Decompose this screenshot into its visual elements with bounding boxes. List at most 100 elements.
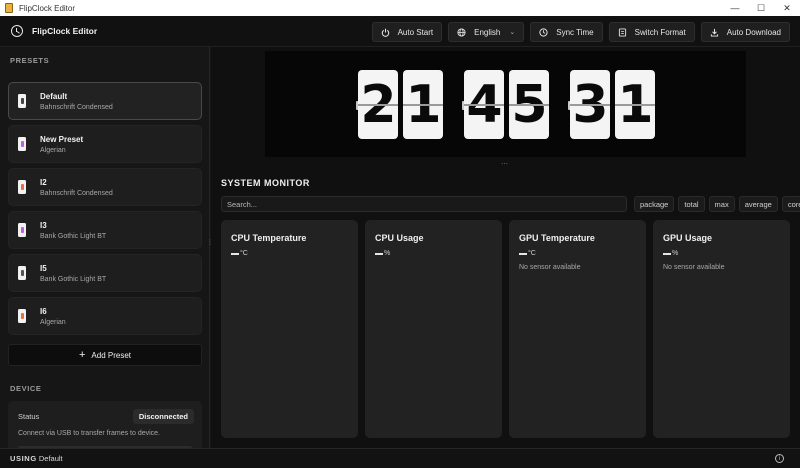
filter-average[interactable]: average (738, 196, 778, 212)
sensor-cards: CPU Temperature °C CPU Usage % GPU Tempe… (221, 220, 790, 438)
sidebar: PRESETS Default Bahnschrift Condensed Ne… (0, 47, 210, 448)
window-title-bar: FlipClock Editor — ☐ ✕ (0, 0, 800, 16)
sensor-note: No sensor available (519, 264, 581, 271)
sync-time-label: Sync Time (556, 27, 594, 37)
sensor-value: °C (231, 250, 248, 257)
flip-line (358, 104, 398, 106)
empty-value-dash (375, 252, 383, 255)
auto-start-label: Auto Start (397, 27, 434, 37)
close-button[interactable]: ✕ (774, 0, 800, 16)
flip-line (509, 104, 549, 106)
empty-value-dash (231, 252, 239, 255)
clock-icon (11, 25, 23, 37)
preset-thumbnail (18, 137, 26, 151)
preset-item[interactable]: I5 Bank Gothic Light BT (8, 254, 202, 292)
preset-accent (20, 313, 24, 319)
sensor-card-cpu-temperature[interactable]: CPU Temperature °C (221, 220, 358, 438)
flip-clock-preview: 2 1 4 5 3 1 (265, 51, 746, 157)
auto-download-button[interactable]: Auto Download (700, 22, 790, 42)
filter-core[interactable]: core (781, 196, 800, 212)
language-value: English (474, 27, 501, 37)
preset-name: I3 (40, 220, 47, 230)
using-value: Default (38, 454, 63, 463)
filter-max[interactable]: max (708, 196, 735, 212)
clock-digit: 4 (464, 70, 504, 139)
maximize-button[interactable]: ☐ (748, 0, 774, 16)
preset-accent (20, 141, 24, 147)
preset-item[interactable]: New Preset Algerian (8, 125, 202, 163)
presets-heading: PRESETS (10, 56, 50, 65)
preset-name: I2 (40, 177, 47, 187)
window-controls: — ☐ ✕ (722, 0, 800, 16)
preset-font: Bank Gothic Light BT (40, 232, 107, 240)
app-window-icon (5, 3, 13, 13)
active-preset-indicator: USING Default (10, 454, 63, 463)
globe-icon (457, 27, 466, 37)
minimize-button[interactable]: — (722, 0, 748, 16)
status-footer: USING Default i (0, 448, 800, 468)
clock-digit: 3 (570, 70, 610, 139)
search-input[interactable] (221, 196, 627, 212)
clock-digit: 1 (615, 70, 655, 139)
sensor-title: GPU Temperature (519, 233, 595, 243)
window-title: FlipClock Editor (19, 3, 76, 13)
switch-format-button[interactable]: Switch Format (608, 22, 695, 42)
download-icon (710, 28, 719, 37)
preset-font: Bank Gothic Light BT (40, 275, 107, 283)
status-label: Status (18, 412, 40, 421)
clock-icon (539, 27, 548, 37)
app-title: FlipClock Editor (32, 26, 98, 36)
preset-name: Default (40, 91, 68, 101)
preset-thumbnail (18, 94, 26, 108)
device-hint: Connect via USB to transfer frames to de… (18, 430, 161, 437)
auto-download-label: Auto Download (726, 27, 781, 37)
toolbar: Auto Start English ⌄ Sync Time Switch Fo… (371, 22, 790, 42)
empty-value-dash (519, 252, 527, 255)
preset-font: Algerian (40, 318, 66, 326)
language-select[interactable]: English ⌄ (448, 22, 525, 42)
empty-value-dash (663, 252, 671, 255)
sensor-note: No sensor available (663, 264, 725, 271)
sensor-unit: °C (528, 250, 536, 257)
preset-name: I6 (40, 306, 47, 316)
filter-package[interactable]: package (634, 196, 675, 212)
preset-accent (20, 98, 24, 104)
device-heading: DEVICE (10, 384, 42, 393)
sensor-title: CPU Usage (375, 233, 424, 243)
flip-line (464, 104, 504, 106)
auto-start-button[interactable]: Auto Start (371, 22, 443, 42)
sensor-card-gpu-temperature[interactable]: GPU Temperature °C No sensor available (509, 220, 646, 438)
preset-accent (20, 270, 24, 276)
preset-item[interactable]: I6 Algerian (8, 297, 202, 335)
clock-digit: 1 (403, 70, 443, 139)
preset-item[interactable]: I2 Bahnschrift Condensed (8, 168, 202, 206)
sensor-title: CPU Temperature (231, 233, 307, 243)
add-preset-button[interactable]: + Add Preset (8, 344, 202, 366)
plus-icon: + (78, 349, 86, 361)
info-icon[interactable]: i (775, 454, 784, 463)
preset-font: Algerian (40, 146, 66, 154)
preview-resize-handle[interactable]: ⋯ (501, 161, 509, 168)
sensor-unit: % (672, 250, 679, 257)
filter-total[interactable]: total (678, 196, 705, 212)
status-badge: Disconnected (132, 409, 194, 424)
system-monitor-title: SYSTEM MONITOR (221, 178, 310, 188)
using-label: USING (10, 454, 37, 463)
sensor-card-cpu-usage[interactable]: CPU Usage % (365, 220, 502, 438)
sensor-card-gpu-usage[interactable]: GPU Usage % No sensor available (653, 220, 790, 438)
preset-thumbnail (18, 266, 26, 280)
sensor-unit: °C (240, 250, 248, 257)
preset-font: Bahnschrift Condensed (40, 189, 113, 197)
flip-line (615, 104, 655, 106)
preset-name: New Preset (40, 134, 84, 144)
sync-time-button[interactable]: Sync Time (530, 22, 603, 42)
flip-line (570, 104, 610, 106)
preset-item[interactable]: Default Bahnschrift Condensed (8, 82, 202, 120)
clock-digit: 2 (358, 70, 398, 139)
metric-filters: package total max average core (634, 196, 800, 212)
sensor-value: °C (519, 250, 536, 257)
sensor-value: % (663, 250, 678, 257)
sensor-unit: % (384, 250, 391, 257)
main-panel: 2 1 4 5 3 1 ⋯ SYSTEM MONITOR package tot… (211, 47, 800, 448)
preset-item[interactable]: I3 Bank Gothic Light BT (8, 211, 202, 249)
